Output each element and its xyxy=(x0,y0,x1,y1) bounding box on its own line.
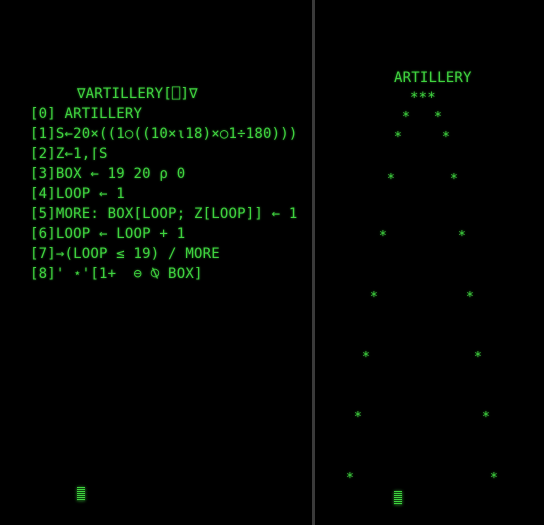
trajectory-star-0: * xyxy=(402,110,410,125)
function-header: ∇ARTILLERY[⎕]∇ xyxy=(77,86,198,102)
code-line-3: [3]BOX ← 19 20 ⍴ 0 xyxy=(30,166,186,182)
code-line-4: [4]LOOP ← 1 xyxy=(30,186,125,202)
trajectory-star-6: * xyxy=(379,229,387,244)
output-title: ARTILLERY xyxy=(394,70,472,86)
trajectory-star-1: * xyxy=(434,110,442,125)
trajectory-star-15: * xyxy=(490,471,498,486)
trajectory-star-13: * xyxy=(482,410,490,425)
trajectory-star-3: * xyxy=(442,130,450,145)
code-line-5: [5]MORE: BOX[LOOP; Z[LOOP]] ← 1 xyxy=(30,206,298,222)
trajectory-star-14: * xyxy=(346,471,354,486)
trajectory-star-5: * xyxy=(450,172,458,187)
trajectory-star-12: * xyxy=(354,410,362,425)
trajectory-star-2: * xyxy=(394,130,402,145)
trajectory-star-10: * xyxy=(362,350,370,365)
trajectory-star-11: * xyxy=(474,350,482,365)
trajectory-star-9: * xyxy=(466,290,474,305)
output-cursor[interactable] xyxy=(394,491,402,505)
trajectory-apex: *** xyxy=(410,90,436,106)
trajectory-star-4: * xyxy=(387,172,395,187)
trajectory-star-8: * xyxy=(370,290,378,305)
apl-editor-pane: ∇ARTILLERY[⎕]∇ [0] ARTILLERY [1]S←20×((1… xyxy=(0,0,312,525)
code-line-6: [6]LOOP ← LOOP + 1 xyxy=(30,226,186,242)
code-line-2: [2]Z←1,⌈S xyxy=(30,146,108,162)
code-line-8: [8]' ⋆'[1+ ⊖ ⍉ BOX] xyxy=(30,266,203,282)
text-cursor[interactable] xyxy=(77,487,85,501)
trajectory-star-7: * xyxy=(458,229,466,244)
code-line-7: [7]→(LOOP ≤ 19) / MORE xyxy=(30,246,220,262)
code-line-0: [0] ARTILLERY xyxy=(30,106,143,122)
output-pane: ARTILLERY *** * * * * * * * * * * * * * * * * xyxy=(315,0,544,525)
code-line-1: [1]S←20×((1○((10×⍳18)×○1÷180))) xyxy=(30,126,298,142)
